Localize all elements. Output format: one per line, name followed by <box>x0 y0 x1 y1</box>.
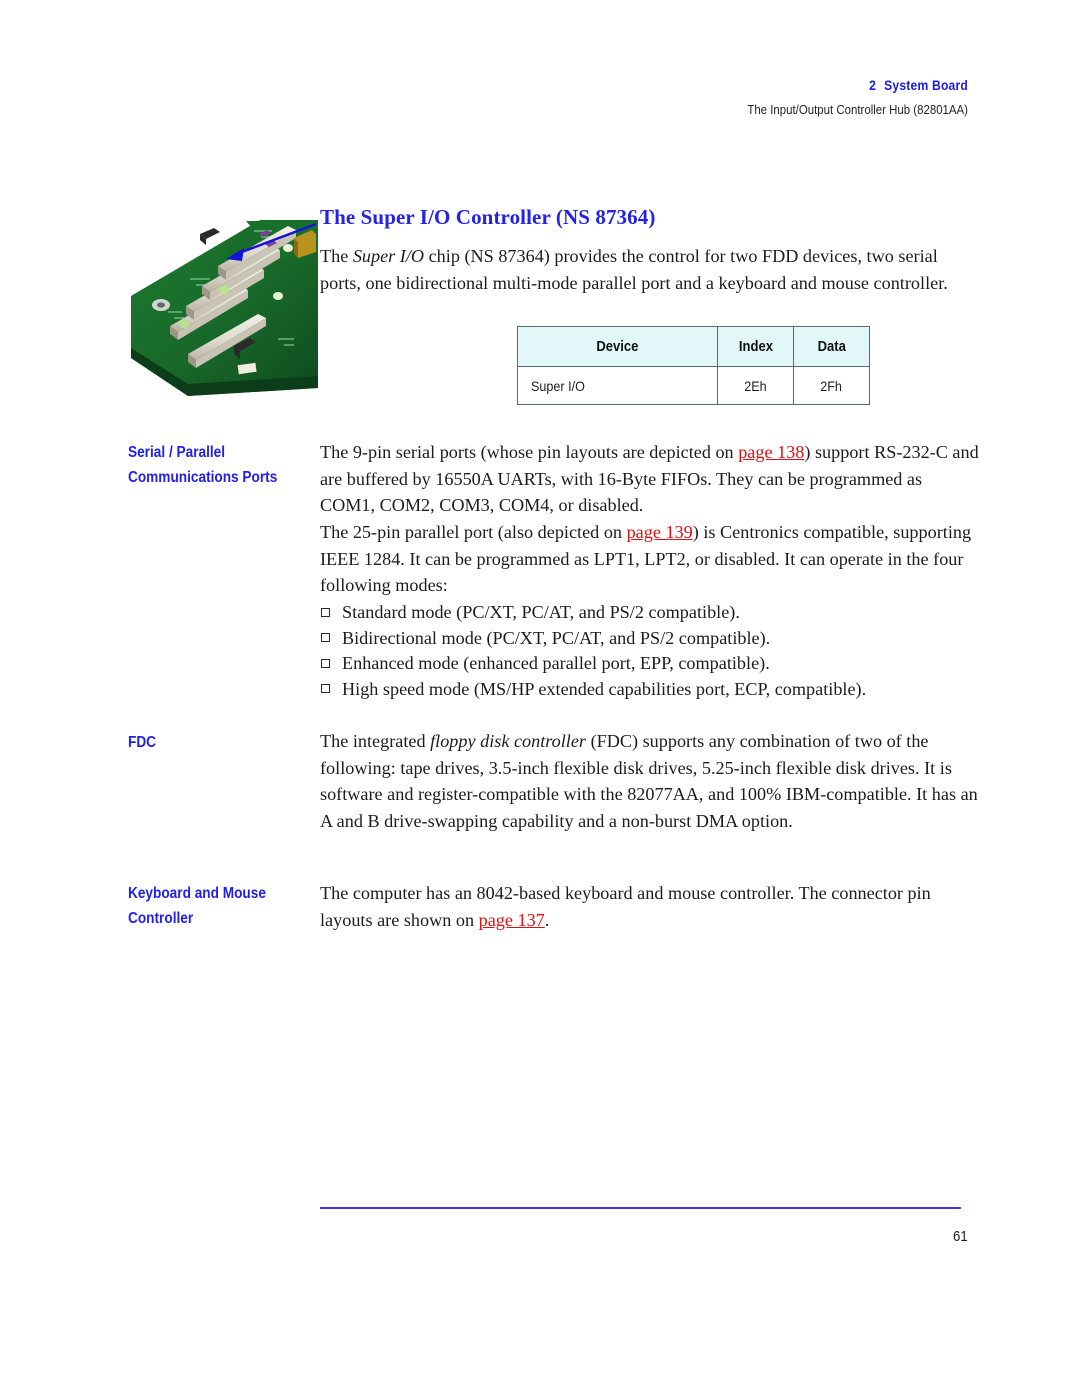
xref-page-138[interactable]: page 138 <box>738 442 804 462</box>
intro-text-italic: Super I/O <box>352 246 425 266</box>
system-board-photo <box>128 218 318 396</box>
list-item-label: Enhanced mode (enhanced parallel port, E… <box>342 653 770 674</box>
list-item: Standard mode (PC/XT, PC/AT, and PS/2 co… <box>320 600 980 626</box>
footer-rule <box>320 1207 961 1210</box>
section-title: The Super I/O Controller (NS 87364) <box>320 205 656 229</box>
side-heading-keyboard-mouse-line2: Controller <box>128 910 194 927</box>
figure-frame <box>128 218 318 396</box>
kbms-text-part2: . <box>544 909 550 930</box>
parallel-port-paragraph: The 25-pin parallel port (also depicted … <box>320 519 980 599</box>
square-bullet-icon <box>321 658 330 668</box>
side-heading-keyboard-mouse: Keyboard and Mouse Controller <box>128 881 318 931</box>
kbms-text-part1: The computer has an 8042-based keyboard … <box>320 883 931 930</box>
table-cell-index: 2Eh <box>717 366 794 405</box>
fdc-paragraph: The integrated floppy disk controller (F… <box>320 728 980 834</box>
chapter-title: System Board <box>884 78 968 93</box>
serial-text-part1: The 9-pin serial ports (whose pin layout… <box>320 442 739 462</box>
list-item-label: Bidirectional mode (PC/XT, PC/AT, and PS… <box>342 627 771 648</box>
side-heading-serial-parallel-line1: Serial / Parallel <box>128 444 226 461</box>
fdc-text-part1: The integrated <box>320 731 431 751</box>
square-bullet-icon <box>321 633 330 643</box>
side-heading-fdc: FDC <box>128 730 318 755</box>
running-head-chapter: 2 System Board <box>428 78 968 93</box>
table-header-index: Index <box>717 326 794 367</box>
intro-text-part1: The <box>320 246 353 266</box>
list-item-label: Standard mode (PC/XT, PC/AT, and PS/2 co… <box>342 602 740 622</box>
table-header-device: Device <box>517 326 718 367</box>
xref-page-137[interactable]: page 137 <box>479 910 545 930</box>
running-head-subtitle: The Input/Output Controller Hub (82801AA… <box>747 102 968 117</box>
table-row: Super I/O 2Eh 2Fh <box>517 366 870 405</box>
running-head: 2 System Board The Input/Output Controlle… <box>368 78 968 117</box>
xref-page-139[interactable]: page 139 <box>627 522 693 542</box>
square-bullet-icon <box>321 684 330 694</box>
square-bullet-icon <box>321 607 330 617</box>
side-heading-fdc-line1: FDC <box>128 734 157 751</box>
serial-ports-paragraph: The 9-pin serial ports (whose pin layout… <box>320 439 980 519</box>
register-table: Device Index Data Super I/O 2Eh 2Fh <box>517 326 870 405</box>
list-item-label: High speed mode (MS/HP extended capabili… <box>342 678 867 699</box>
chapter-number: 2 <box>869 78 877 93</box>
intro-paragraph: The Super I/O chip (NS 87364) provides t… <box>320 243 980 296</box>
table-header-data: Data <box>793 326 870 367</box>
list-item: High speed mode (MS/HP extended capabili… <box>320 677 980 703</box>
table-header-row: Device Index Data <box>517 326 870 367</box>
list-item: Bidirectional mode (PC/XT, PC/AT, and PS… <box>320 626 980 652</box>
parallel-text-part1: The 25-pin parallel port (also depicted … <box>320 522 627 542</box>
keyboard-mouse-paragraph: The computer has an 8042-based keyboard … <box>320 880 980 933</box>
page-number: 61 <box>953 1228 968 1245</box>
parallel-modes-list: Standard mode (PC/XT, PC/AT, and PS/2 co… <box>320 600 980 702</box>
document-page: 2 System Board The Input/Output Controlle… <box>0 0 1080 1397</box>
side-heading-serial-parallel-line2: Communications Ports <box>128 469 278 486</box>
side-heading-keyboard-mouse-line1: Keyboard and Mouse <box>128 885 266 902</box>
fdc-text-italic: floppy disk controller <box>430 731 587 751</box>
table-cell-device: Super I/O <box>517 366 718 405</box>
table-cell-data: 2Fh <box>793 366 870 405</box>
side-heading-serial-parallel: Serial / Parallel Communications Ports <box>128 440 318 490</box>
list-item: Enhanced mode (enhanced parallel port, E… <box>320 651 980 677</box>
